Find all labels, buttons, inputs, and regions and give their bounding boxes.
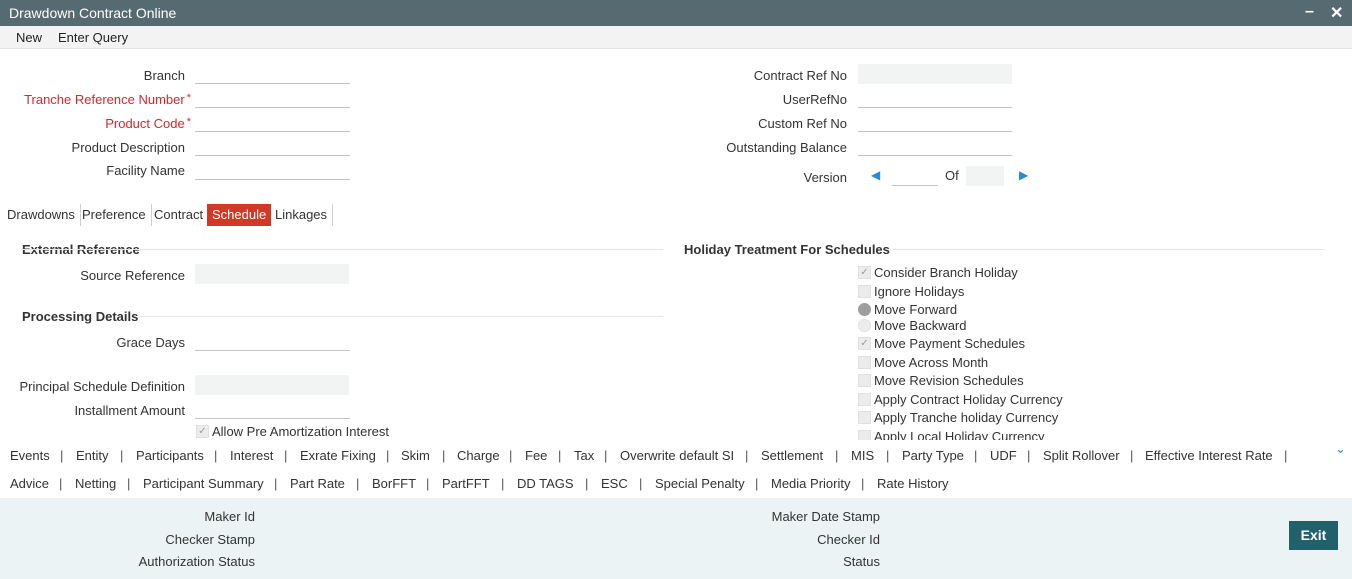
move-backward-radio[interactable] — [858, 319, 871, 332]
subsystem-separator: | — [886, 448, 890, 463]
subsystem-separator: | — [426, 476, 430, 491]
ignore-holidays-label: Ignore Holidays — [874, 284, 965, 299]
subsystem-udf[interactable]: UDF — [990, 448, 1017, 463]
subsystem-separator: | — [284, 448, 288, 463]
subsystem-separator: | — [639, 476, 643, 491]
audit-footer: Maker Id Checker Stamp Authorization Sta… — [0, 498, 1352, 579]
subsystem-borfft[interactable]: BorFFT — [372, 476, 416, 491]
subsystem-party-type[interactable]: Party Type — [902, 448, 964, 463]
subsystem-separator: | — [59, 476, 63, 491]
subsystem-settlement[interactable]: Settlement — [761, 448, 823, 463]
move-payment-schedules-label: Move Payment Schedules — [874, 336, 1026, 351]
subsystem-fee[interactable]: Fee — [525, 448, 547, 463]
subsystem-separator: | — [509, 448, 513, 463]
subsystem-dd-tags[interactable]: DD TAGS — [517, 476, 574, 491]
subsystem-separator: | — [861, 476, 865, 491]
subsystem-separator: | — [745, 448, 749, 463]
subsystem-separator: | — [585, 476, 589, 491]
apply-local-holiday-currency-checkbox[interactable] — [858, 430, 871, 440]
apply-tranche-holiday-currency-checkbox[interactable] — [858, 411, 871, 424]
subsystem-mis[interactable]: MIS — [851, 448, 874, 463]
move-forward-label: Move Forward — [874, 302, 958, 317]
subsystem-participants[interactable]: Participants — [136, 448, 204, 463]
subsystem-advice[interactable]: Advice — [10, 476, 49, 491]
subsystem-esc[interactable]: ESC — [601, 476, 628, 491]
subsystem-separator: | — [386, 448, 390, 463]
subsystem-special-penalty[interactable]: Special Penalty — [655, 476, 745, 491]
subsystem-events[interactable]: Events — [10, 448, 50, 463]
maker-id-label: Maker Id — [204, 509, 255, 524]
move-across-month-checkbox[interactable] — [858, 356, 871, 369]
status-label: Status — [843, 554, 880, 569]
subsystem-charge[interactable]: Charge — [457, 448, 500, 463]
subsystem-separator: | — [120, 448, 124, 463]
holiday-options: ✓ Consider Branch Holiday Ignore Holiday… — [0, 0, 1352, 440]
apply-contract-holiday-currency-checkbox[interactable] — [858, 393, 871, 406]
subsystem-separator: | — [274, 476, 278, 491]
exit-button[interactable]: Exit — [1289, 521, 1338, 550]
move-forward-radio[interactable] — [858, 303, 871, 316]
subsystem-part-rate[interactable]: Part Rate — [290, 476, 345, 491]
subsystem-separator: | — [1027, 448, 1031, 463]
move-revision-schedules-label: Move Revision Schedules — [874, 373, 1024, 388]
apply-tranche-holiday-currency-label: Apply Tranche holiday Currency — [874, 410, 1059, 425]
subsystem-overwrite-default-si[interactable]: Overwrite default SI — [620, 448, 734, 463]
subsystem-separator: | — [755, 476, 759, 491]
apply-contract-holiday-currency-label: Apply Contract Holiday Currency — [874, 392, 1063, 407]
subsystem-separator: | — [127, 476, 131, 491]
subsystem-separator: | — [356, 476, 360, 491]
move-across-month-label: Move Across Month — [874, 355, 989, 370]
authorization-status-label: Authorization Status — [138, 554, 255, 569]
checker-id-label: Checker Id — [817, 532, 880, 547]
checker-stamp-label: Checker Stamp — [165, 532, 255, 547]
subsystem-partfft[interactable]: PartFFT — [442, 476, 490, 491]
subsystem-rate-history[interactable]: Rate History — [877, 476, 949, 491]
move-revision-schedules-checkbox[interactable] — [858, 374, 871, 387]
subsystem-separator: | — [1130, 448, 1134, 463]
subsystem-separator: | — [974, 448, 978, 463]
subsystem-bar-2: Advice | Netting | Participant Summary |… — [0, 470, 1352, 498]
subsystem-exrate-fixing[interactable]: Exrate Fixing — [300, 448, 376, 463]
move-payment-schedules-checkbox[interactable]: ✓ — [858, 337, 871, 350]
subsystem-netting[interactable]: Netting — [75, 476, 116, 491]
subsystem-bar-1: Events | Entity | Participants | Interes… — [0, 442, 1352, 470]
consider-branch-holiday-checkbox[interactable]: ✓ — [858, 266, 871, 279]
subsystem-separator: | — [835, 448, 839, 463]
subsystem-separator: | — [442, 448, 446, 463]
ignore-holidays-checkbox[interactable] — [858, 285, 871, 298]
maker-date-stamp-label: Maker Date Stamp — [771, 509, 880, 524]
subsystem-entity[interactable]: Entity — [76, 448, 109, 463]
subsystem-separator: | — [1284, 448, 1288, 463]
consider-branch-holiday-label: Consider Branch Holiday — [874, 265, 1018, 280]
subsystem-participant-summary[interactable]: Participant Summary — [143, 476, 264, 491]
subsystem-separator: | — [60, 448, 64, 463]
subsystem-tax[interactable]: Tax — [574, 448, 594, 463]
subsystem-interest[interactable]: Interest — [230, 448, 273, 463]
subsystem-split-rollover[interactable]: Split Rollover — [1043, 448, 1120, 463]
subsystem-separator: | — [604, 448, 608, 463]
subsystem-skim[interactable]: Skim — [401, 448, 430, 463]
subsystem-media-priority[interactable]: Media Priority — [771, 476, 850, 491]
subsystem-effective-interest-rate[interactable]: Effective Interest Rate — [1145, 448, 1273, 463]
subsystem-separator: | — [214, 448, 218, 463]
subsystem-separator: | — [558, 448, 562, 463]
apply-local-holiday-currency-label: Apply Local Holiday Currency — [874, 429, 1045, 440]
subsystem-separator: | — [501, 476, 505, 491]
move-backward-label: Move Backward — [874, 318, 967, 333]
